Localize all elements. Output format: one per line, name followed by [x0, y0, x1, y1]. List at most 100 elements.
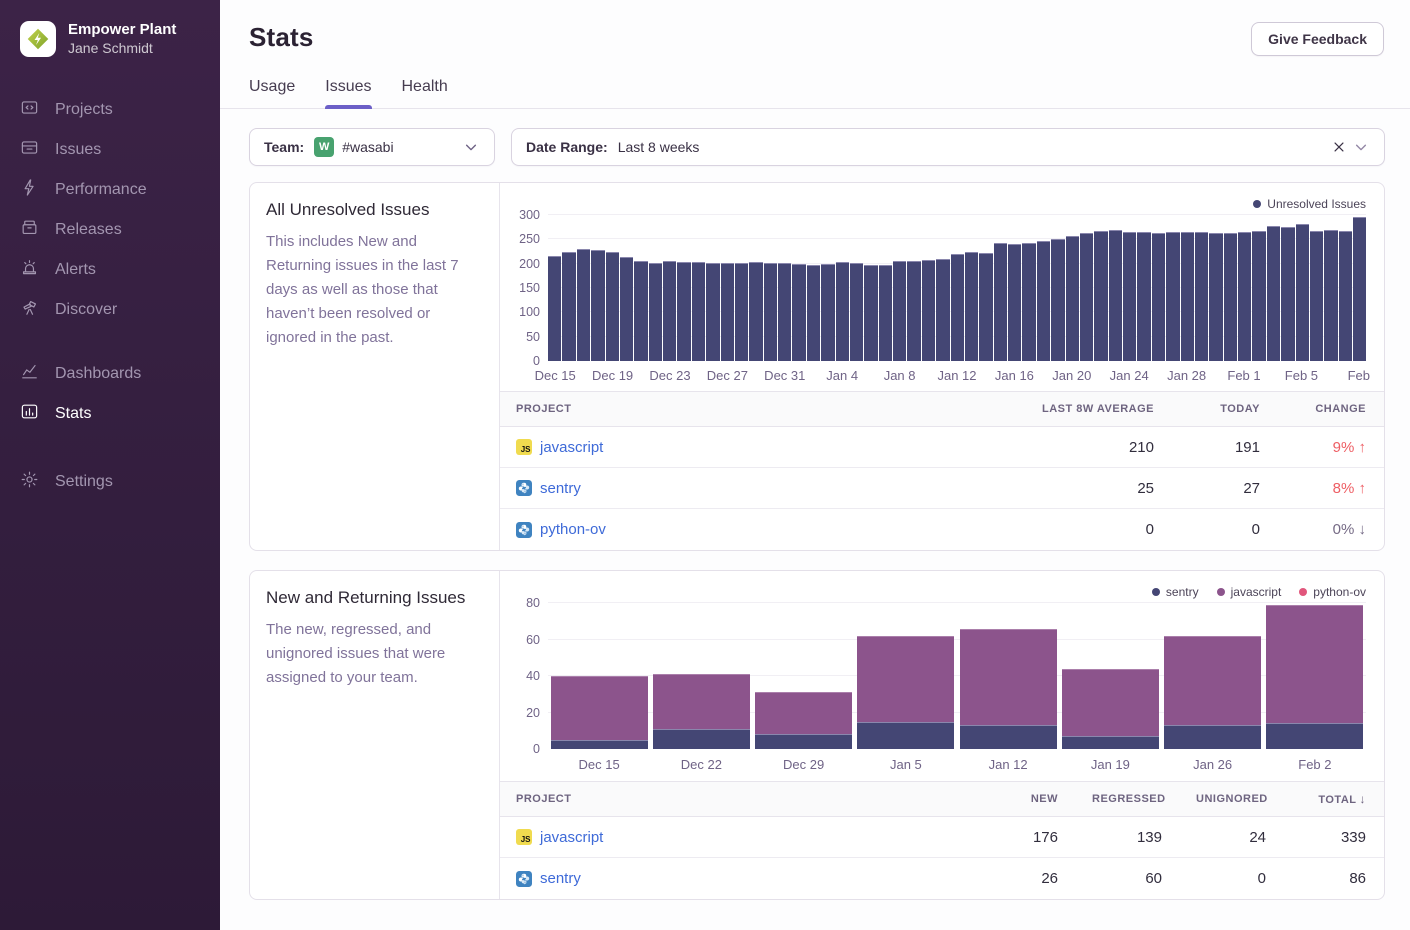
sidebar-item-discover[interactable]: Discover: [20, 293, 220, 327]
bar: [677, 262, 690, 361]
card-title: All Unresolved Issues: [266, 200, 483, 220]
legend-dot-icon: [1152, 588, 1160, 596]
sidebar-item-stats[interactable]: Stats: [20, 397, 220, 431]
give-feedback-button[interactable]: Give Feedback: [1251, 22, 1384, 56]
column-header-unignored[interactable]: Unignored: [1180, 793, 1284, 805]
sidebar-item-label: Releases: [55, 221, 122, 239]
card-title: New and Returning Issues: [266, 588, 483, 608]
bar: [778, 263, 791, 361]
bar: [1109, 230, 1122, 361]
performance-icon: [20, 178, 39, 202]
y-tick-label: 20: [526, 706, 540, 720]
chart-legend: Unresolved Issues: [512, 195, 1366, 213]
sidebar-item-issues[interactable]: Issues: [20, 133, 220, 167]
value-cell: 191: [1172, 439, 1278, 456]
project-link-javascript[interactable]: javascript: [540, 439, 603, 456]
value-cell: 0: [1180, 870, 1284, 887]
new-returning-issues-table: ProjectNewRegressedUnignoredTotal↓JSjava…: [500, 781, 1384, 899]
bar: [764, 263, 777, 361]
x-axis-labels: Dec 15Dec 19Dec 23Dec 27Dec 31Jan 4Jan 8…: [548, 361, 1366, 385]
project-link-sentry[interactable]: sentry: [540, 480, 581, 497]
x-tick-label: Jan 28: [1167, 368, 1206, 383]
project-link-sentry[interactable]: sentry: [540, 870, 581, 887]
sidebar-nav: Projects Issues Performance Releases Alerts D…: [20, 93, 220, 499]
sidebar-item-projects[interactable]: Projects: [20, 93, 220, 127]
settings-icon: [20, 470, 39, 494]
x-tick-label: Dec 15: [535, 368, 576, 383]
sidebar-item-settings[interactable]: Settings: [20, 465, 220, 499]
tab-health[interactable]: Health: [402, 78, 448, 108]
sidebar-item-releases[interactable]: Releases: [20, 213, 220, 247]
y-tick-label: 250: [519, 232, 540, 246]
bar: [1037, 241, 1050, 361]
date-range-select[interactable]: Date Range: Last 8 weeks: [511, 128, 1385, 166]
change-cell: 8% ↑: [1278, 480, 1384, 497]
bar: [792, 264, 805, 361]
x-tick-label: Dec 27: [707, 368, 748, 383]
clear-icon[interactable]: [1328, 140, 1350, 154]
project-link-javascript[interactable]: javascript: [540, 829, 603, 846]
sidebar-item-alerts[interactable]: Alerts: [20, 253, 220, 287]
column-header-regressed[interactable]: Regressed: [1076, 793, 1180, 805]
legend-label: javascript: [1231, 585, 1282, 599]
bar: [1296, 224, 1309, 361]
x-tick-label: Feb 5: [1285, 368, 1318, 383]
sidebar-item-label: Projects: [55, 101, 113, 119]
page-title: Stats: [249, 22, 314, 53]
change-cell: 0% ↓: [1278, 521, 1384, 538]
y-tick-label: 0: [533, 742, 540, 756]
project-cell: sentry: [500, 870, 972, 887]
bar: [1224, 233, 1237, 361]
value-cell: 0: [1172, 521, 1278, 538]
tab-issues[interactable]: Issues: [325, 78, 371, 108]
value-cell: 210: [1002, 439, 1172, 456]
bar: [735, 263, 748, 361]
bar: [1252, 231, 1265, 361]
column-header-new[interactable]: New: [972, 793, 1076, 805]
bar: [936, 259, 949, 361]
project-cell: sentry: [500, 480, 1002, 497]
y-tick-label: 200: [519, 257, 540, 271]
bar: [606, 252, 619, 362]
x-axis-labels: Dec 15Dec 22Dec 29Jan 5Jan 12Jan 19Jan 2…: [548, 749, 1366, 775]
legend-label: sentry: [1166, 585, 1199, 599]
bar: [994, 243, 1007, 361]
org-switcher[interactable]: Empower Plant Jane Schmidt: [20, 20, 220, 57]
project-cell: python-ov: [500, 521, 1002, 538]
sidebar-item-label: Stats: [55, 405, 91, 423]
sidebar-item-label: Performance: [55, 181, 147, 199]
bar-group-feb-2: [1264, 603, 1366, 749]
project-link-python-ov[interactable]: python-ov: [540, 521, 606, 538]
sidebar-item-label: Settings: [55, 473, 113, 491]
x-tick-label: Dec 29: [753, 749, 855, 775]
bar: [577, 249, 590, 361]
value-cell: 60: [1076, 870, 1180, 887]
team-label: Team:: [264, 139, 304, 155]
segment-sentry: [960, 725, 1057, 749]
bar: [1152, 233, 1165, 361]
x-tick-label: Dec 22: [650, 749, 752, 775]
projects-icon: [20, 98, 39, 122]
org-user: Jane Schmidt: [68, 39, 176, 57]
segment-sentry: [755, 734, 852, 749]
python-project-icon: [516, 522, 532, 538]
tab-usage[interactable]: Usage: [249, 78, 295, 108]
x-tick-label: Dec 19: [592, 368, 633, 383]
bar: [1066, 236, 1079, 361]
column-header-total[interactable]: Total↓: [1284, 792, 1384, 806]
segment-javascript: [857, 636, 954, 722]
unresolved-issues-chart: Unresolved Issues 050100150200250300 Dec…: [500, 183, 1384, 385]
y-tick-label: 50: [526, 330, 540, 344]
sidebar-item-dashboards[interactable]: Dashboards: [20, 357, 220, 391]
segment-sentry: [1062, 736, 1159, 749]
new-returning-plot: [548, 603, 1366, 749]
x-tick-label: Jan 12: [937, 368, 976, 383]
sidebar-item-performance[interactable]: Performance: [20, 173, 220, 207]
bar: [979, 253, 992, 361]
team-select[interactable]: Team: W #wasabi: [249, 128, 495, 166]
x-tick-label: Jan 26: [1162, 749, 1264, 775]
chevron-down-icon: [460, 140, 482, 154]
value-cell: 24: [1180, 829, 1284, 846]
bar: [591, 250, 604, 361]
bar: [1281, 227, 1294, 361]
